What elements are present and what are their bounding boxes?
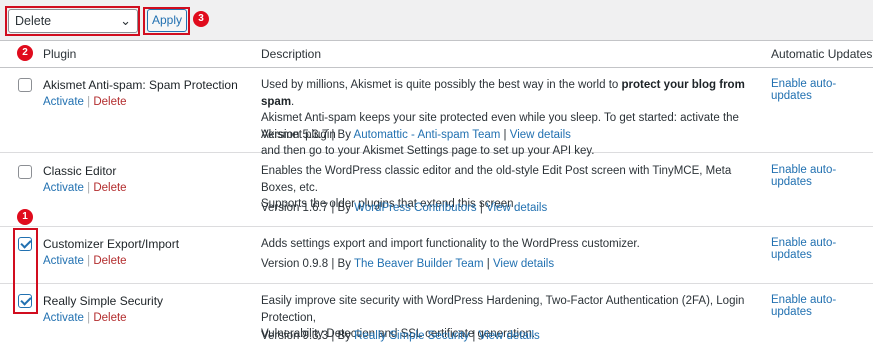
annotation-badge-2: 2 [17, 45, 33, 61]
annotation-highlight-checkboxes [13, 228, 38, 314]
author-link[interactable]: Automattic - Anti-spam Team [354, 129, 501, 141]
plugin-version: Version 0.9.8 [261, 258, 329, 270]
by-label: By [337, 129, 351, 141]
column-header-automatic-updates: Automatic Updates [771, 47, 873, 61]
description-line: Easily improve site security with WordPr… [261, 295, 745, 324]
version-separator: | [331, 330, 335, 342]
plugin-name: Really Simple Security [43, 294, 164, 308]
table-row: Classic Editor Activate | Delete Enables… [0, 154, 873, 227]
action-separator: | [87, 96, 91, 108]
table-row: Customizer Export/Import Activate | Dele… [0, 228, 873, 284]
enable-auto-updates-link[interactable]: Enable auto-updates [771, 237, 873, 261]
table-header-row: 2 Plugin Description Automatic Updates [0, 41, 873, 68]
author-link[interactable]: WordPress Contributors [354, 202, 477, 214]
delete-link[interactable]: Delete [93, 312, 126, 324]
plugin-version: Version 1.6.7 [261, 202, 329, 214]
view-details-link[interactable]: View details [493, 258, 554, 270]
action-separator: | [87, 182, 91, 194]
delete-link[interactable]: Delete [93, 182, 126, 194]
enable-auto-updates-link[interactable]: Enable auto-updates [771, 78, 873, 102]
plugin-description: Adds settings export and import function… [261, 236, 761, 253]
row-actions: Activate | Delete [43, 312, 127, 324]
author-link[interactable]: The Beaver Builder Team [354, 258, 484, 270]
row-actions: Activate | Delete [43, 96, 127, 108]
by-label: By [337, 330, 351, 342]
version-separator: | [331, 129, 335, 141]
version-separator: | [479, 202, 483, 214]
version-separator: | [472, 330, 476, 342]
activate-link[interactable]: Activate [43, 96, 84, 108]
description-text: Used by millions, Akismet is quite possi… [261, 79, 622, 91]
description-text: . [291, 95, 295, 108]
by-label: By [337, 258, 351, 270]
plugin-name: Akismet Anti-spam: Spam Protection [43, 78, 238, 92]
table-row: Akismet Anti-spam: Spam Protection Activ… [0, 69, 873, 157]
activate-link[interactable]: Activate [43, 312, 84, 324]
version-separator: | [331, 258, 335, 270]
plugin-name: Customizer Export/Import [43, 237, 180, 251]
delete-link[interactable]: Delete [93, 96, 126, 108]
plugin-version-line: Version 0.9.8 | By The Beaver Builder Te… [261, 258, 554, 270]
delete-link[interactable]: Delete [93, 255, 126, 267]
plugin-description: Used by millions, Akismet is quite possi… [261, 77, 766, 160]
annotation-badge-1: 1 [17, 209, 33, 225]
plugin-version-line: Version 5.3.7 | By Automattic - Anti-spa… [261, 129, 571, 141]
plugin-version: Version 9.3.3 [261, 330, 329, 342]
bulk-actions-toolbar: Delete ⌄ Apply 3 [0, 0, 873, 40]
activate-link[interactable]: Activate [43, 255, 84, 267]
view-details-link[interactable]: View details [486, 202, 547, 214]
annotation-highlight-select [5, 6, 140, 36]
description-line: Enables the WordPress classic editor and… [261, 165, 732, 194]
by-label: By [337, 202, 351, 214]
description-line: Adds settings export and import function… [261, 238, 640, 250]
annotation-highlight-apply [143, 7, 190, 35]
enable-auto-updates-link[interactable]: Enable auto-updates [771, 164, 873, 188]
plugin-version-line: Version 9.3.3 | By Really Simple Securit… [261, 330, 540, 342]
version-separator: | [331, 202, 335, 214]
row-actions: Activate | Delete [43, 255, 127, 267]
plugin-checkbox-akismet[interactable] [18, 78, 32, 92]
action-separator: | [87, 312, 91, 324]
action-separator: | [87, 255, 91, 267]
plugins-table: 2 Plugin Description Automatic Updates A… [0, 40, 873, 346]
plugin-checkbox-classic-editor[interactable] [18, 165, 32, 179]
version-separator: | [486, 258, 490, 270]
activate-link[interactable]: Activate [43, 182, 84, 194]
enable-auto-updates-link[interactable]: Enable auto-updates [771, 294, 873, 318]
column-header-description: Description [261, 47, 322, 61]
plugin-name: Classic Editor [43, 164, 117, 178]
table-row: Really Simple Security Activate | Delete… [0, 285, 873, 346]
plugin-version-line: Version 1.6.7 | By WordPress Contributor… [261, 202, 547, 214]
column-header-plugin: Plugin [43, 47, 77, 61]
version-separator: | [503, 129, 507, 141]
row-actions: Activate | Delete [43, 182, 127, 194]
annotation-badge-3: 3 [193, 11, 209, 27]
plugin-version: Version 5.3.7 [261, 129, 329, 141]
view-details-link[interactable]: View details [510, 129, 571, 141]
view-details-link[interactable]: View details [479, 330, 540, 342]
author-link[interactable]: Really Simple Security [354, 330, 469, 342]
description-line: Used by millions, Akismet is quite possi… [261, 77, 766, 110]
